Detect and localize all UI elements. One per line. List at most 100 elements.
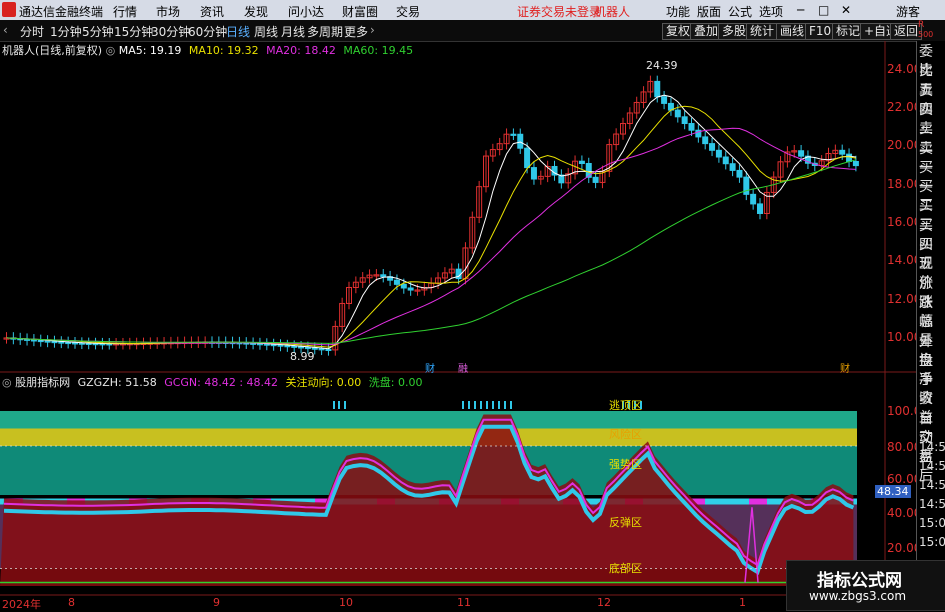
candle	[846, 153, 853, 162]
stock-name: 机器人	[594, 5, 631, 19]
guest-label[interactable]: 游客	[896, 3, 920, 20]
event-marker[interactable]: 财	[840, 360, 850, 375]
collapse-icon[interactable]: ‹	[3, 23, 8, 37]
period-30min[interactable]: 30分钟	[151, 23, 190, 40]
candle	[304, 346, 311, 350]
menu-wenxiaoda[interactable]: 问小达	[288, 3, 324, 20]
ma20-label: MA20: 18.42	[266, 44, 336, 57]
menu-hq[interactable]: 行情	[113, 3, 137, 20]
candle	[510, 133, 517, 136]
candle	[325, 348, 332, 351]
signal-tick	[474, 401, 476, 409]
date-label: 9	[213, 596, 220, 609]
band-risk	[0, 428, 857, 446]
candle	[51, 340, 58, 344]
candle	[400, 283, 407, 289]
candle	[839, 149, 846, 155]
period-5min[interactable]: 5分钟	[82, 23, 114, 40]
candle	[750, 193, 757, 205]
restore-icon[interactable]: □	[818, 3, 829, 17]
corner-r: R	[918, 20, 925, 30]
watermark-url: www.zbgs3.com	[809, 589, 907, 603]
zone-rebound: 反弹区	[609, 516, 642, 529]
period-weekly[interactable]: 周线	[254, 23, 278, 40]
stats-button[interactable]: 统计	[746, 23, 779, 40]
candle	[298, 346, 305, 349]
main-chart-header: 机器人(日线,前复权) ◎ MA5: 19.19 MA10: 19.32 MA2…	[2, 42, 413, 58]
menu-function[interactable]: 功能	[666, 3, 690, 20]
menu-options[interactable]: 选项	[759, 3, 783, 20]
candle	[722, 156, 729, 165]
menu-discover[interactable]: 发现	[244, 3, 268, 20]
date-label: 8	[68, 596, 75, 609]
indicator-gear-icon[interactable]: ◎	[2, 376, 12, 389]
price-chart	[3, 75, 859, 356]
period-60min[interactable]: 60分钟	[188, 23, 227, 40]
candle	[44, 340, 51, 343]
signal-tick	[462, 401, 464, 409]
period-toolbar: ‹ 分时 1分钟 5分钟 15分钟 30分钟 60分钟 日线 周线 月线 多周期…	[0, 20, 945, 42]
candle	[757, 203, 763, 214]
candle	[654, 80, 661, 98]
ma60-line	[6, 159, 857, 344]
low-price-label: 8.99	[290, 350, 315, 363]
date-label: 2024年	[2, 598, 41, 611]
date-label: 10	[339, 596, 353, 609]
period-monthly[interactable]: 月线	[281, 23, 305, 40]
chart-canvas[interactable]	[0, 41, 916, 609]
menu-news[interactable]: 资讯	[200, 3, 224, 20]
event-marker[interactable]: 融	[458, 360, 468, 375]
midline-mark	[749, 498, 767, 505]
signal-tick	[492, 401, 494, 409]
menu-caifuquan[interactable]: 财富圈	[342, 3, 378, 20]
period-daily[interactable]: 日线	[226, 23, 250, 40]
signal-tick	[333, 401, 335, 409]
candle	[277, 344, 284, 347]
candle	[736, 169, 743, 178]
corner-val: 500	[918, 30, 934, 39]
event-marker[interactable]: 财	[425, 360, 435, 375]
candle	[37, 339, 44, 343]
candle	[592, 176, 599, 183]
candle	[661, 96, 668, 104]
more-chevron-icon[interactable]: ›	[370, 23, 375, 37]
zone-risk: 风险区	[609, 428, 642, 441]
indicator-title[interactable]: 股朋指标网	[15, 376, 70, 389]
title-bar: 通达信金融终端 行情 市场 资讯 发现 问小达 财富圈 交易 证券交易未登录 机…	[0, 0, 945, 20]
f10-button[interactable]: F10	[805, 23, 836, 40]
watermark-text: 指标公式网	[817, 571, 902, 591]
high-price-label: 24.39	[646, 59, 678, 72]
menu-trade[interactable]: 交易	[396, 3, 420, 20]
menu-layout[interactable]: 版面	[697, 3, 721, 20]
quote-sidebar: 委比 卖五 卖四 卖三 卖二 卖一 买一 买二 买三 买四 买五 现价 涨跌 涨幅 总量 外盘 换手 净资 收益 自动…	[916, 41, 945, 609]
period-15min[interactable]: 15分钟	[114, 23, 153, 40]
candle	[729, 163, 736, 171]
signal-tick	[338, 401, 340, 409]
menu-formula[interactable]: 公式	[728, 3, 752, 20]
candle	[681, 116, 688, 125]
period-1min[interactable]: 1分钟	[50, 23, 82, 40]
washout-label: 洗盘: 0.00	[368, 376, 423, 389]
current-value-badge: 48.34	[875, 485, 911, 498]
zone-escape-top: 逃顶区	[609, 399, 642, 412]
period-multi[interactable]: 多周期	[307, 23, 343, 40]
draw-button[interactable]: 画线	[776, 23, 809, 40]
close-icon[interactable]: ✕	[841, 3, 851, 17]
sidebar-time: 14:56	[919, 440, 945, 454]
candle	[318, 348, 325, 351]
sidebar-time: 15:00	[919, 516, 945, 530]
candle	[688, 123, 695, 131]
minimize-icon[interactable]: ─	[797, 3, 804, 17]
candle	[674, 109, 681, 118]
candle	[393, 279, 400, 285]
watermark: 指标公式网 www.zbgs3.com	[786, 560, 945, 611]
period-more[interactable]: 更多	[344, 23, 368, 40]
ma-dot-icon: ◎	[105, 44, 119, 57]
candle	[284, 345, 291, 348]
menu-market[interactable]: 市场	[156, 3, 180, 20]
candle	[524, 147, 531, 169]
ma5-line	[6, 94, 856, 350]
candle	[709, 143, 716, 151]
period-fenshi[interactable]: 分时	[20, 23, 44, 40]
candle	[72, 342, 78, 345]
